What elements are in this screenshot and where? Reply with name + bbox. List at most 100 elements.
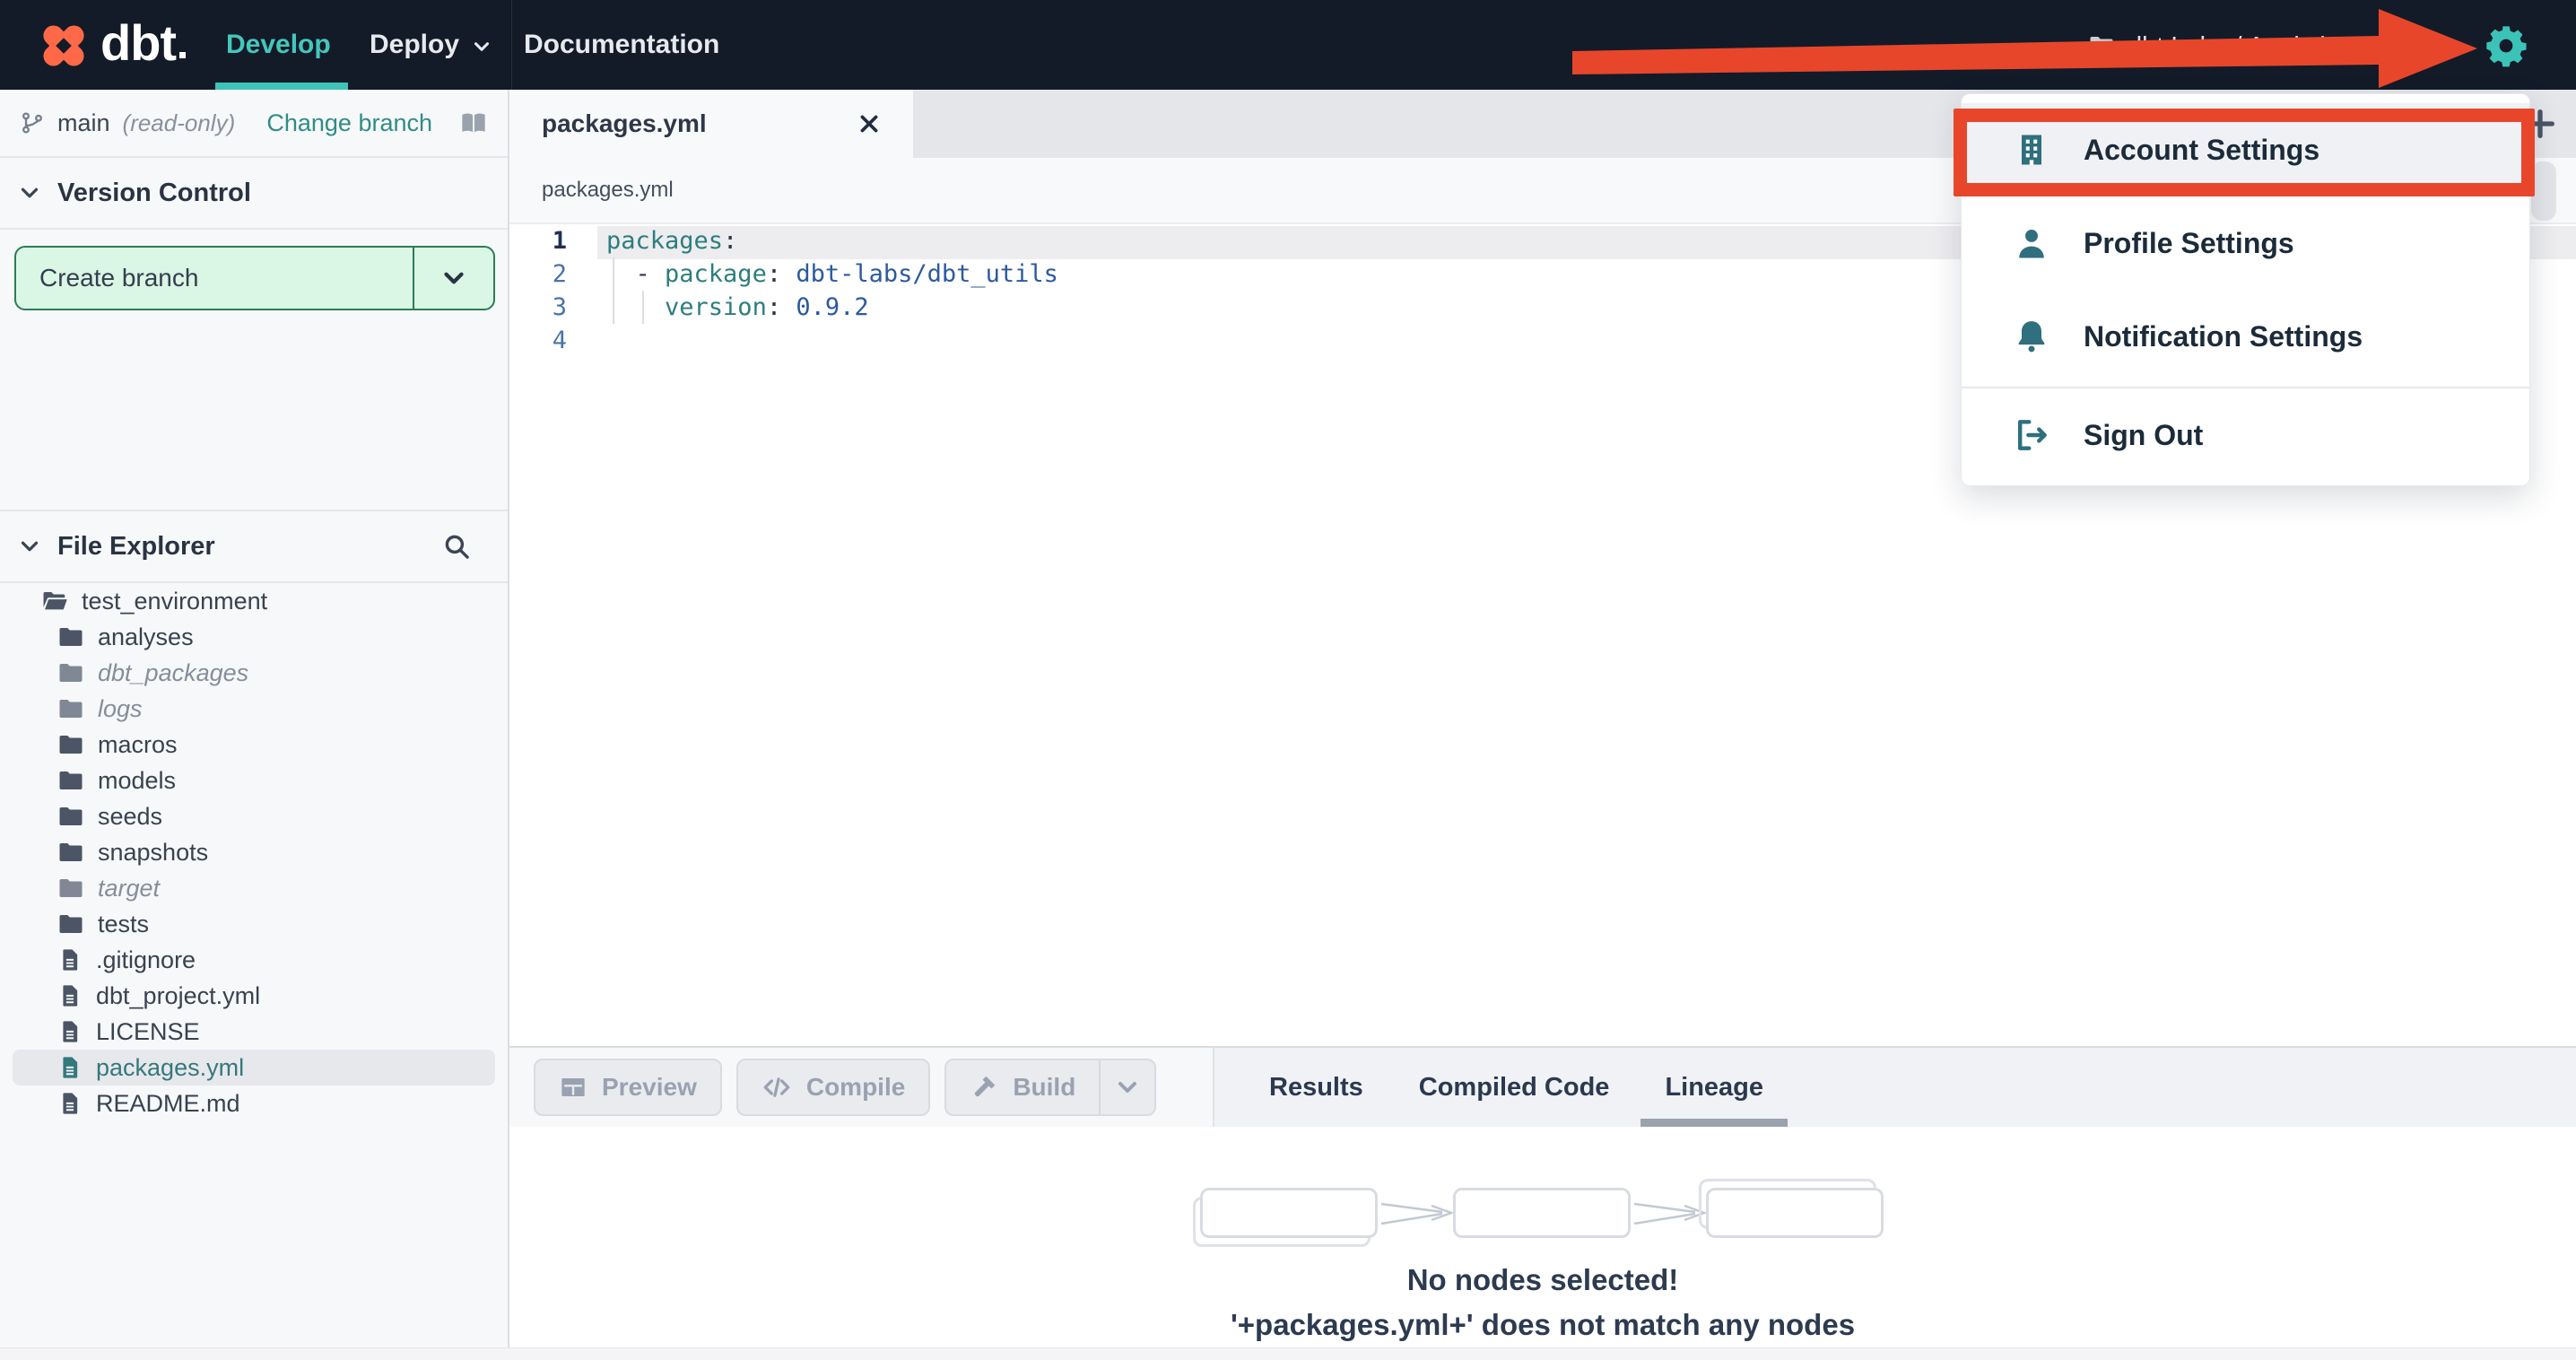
search-icon[interactable]	[441, 531, 472, 562]
file-explorer-header[interactable]: File Explorer	[0, 510, 508, 583]
git-branch-row: main (read-only) Change branch	[0, 90, 508, 158]
folder-icon	[57, 695, 84, 722]
tab-packages-yml[interactable]: packages.yml	[509, 90, 913, 158]
tree-item-target[interactable]: target	[13, 870, 495, 906]
tree-item-dbt-packages[interactable]: dbt_packages	[13, 655, 495, 691]
tree-item-label: README.md	[96, 1089, 240, 1117]
tree-item-snapshots[interactable]: snapshots	[13, 834, 495, 870]
folder-icon	[57, 803, 84, 830]
tree-item-tests[interactable]: tests	[13, 906, 495, 942]
code-line-1: packages:	[606, 227, 738, 255]
indent-guide	[642, 291, 644, 324]
building-icon	[2012, 130, 2051, 170]
help-icon[interactable]	[2424, 32, 2454, 63]
tree-item-label: macros	[98, 730, 178, 758]
nav-develop[interactable]: Develop	[226, 0, 331, 90]
chevron-down-icon	[470, 35, 493, 58]
project-folder-icon	[2088, 32, 2115, 59]
tree-item-label: dbt_packages	[98, 658, 249, 686]
create-branch-button[interactable]: Create branch	[14, 246, 495, 310]
code-line-3: version: 0.9.2	[665, 293, 869, 321]
nav-documentation[interactable]: Documentation	[524, 0, 719, 90]
tab-label: packages.yml	[542, 109, 707, 137]
tree-item-label: tests	[98, 910, 150, 937]
tab-results[interactable]: Results	[1245, 1048, 1388, 1127]
change-branch-link[interactable]: Change branch	[266, 109, 432, 137]
menu-divider	[1962, 387, 2529, 388]
menu-item-account-settings[interactable]: Account Settings	[1962, 103, 2529, 196]
build-options-caret[interactable]	[1099, 1060, 1154, 1114]
bell-icon	[2012, 317, 2051, 356]
menu-item-sign-out[interactable]: Sign Out	[1962, 392, 2529, 478]
gear-icon[interactable]	[2483, 22, 2529, 69]
lineage-selector-message: '+packages.yml+' does not match any node…	[1230, 1308, 1856, 1341]
code-lines: packages: - package: dbt-labs/dbt_utils …	[606, 224, 1058, 357]
tree-item-label: .gitignore	[96, 946, 196, 973]
hammer-icon	[970, 1073, 998, 1102]
create-branch-caret[interactable]	[413, 248, 493, 309]
tree-item--gitignore[interactable]: .gitignore	[13, 942, 495, 978]
tree-item-models[interactable]: models	[13, 763, 495, 798]
folder-icon	[57, 659, 84, 686]
tab-compiled-code[interactable]: Compiled Code	[1395, 1048, 1634, 1127]
menu-item-label: Notification Settings	[2084, 319, 2363, 353]
tree-item-readme-md[interactable]: README.md	[13, 1085, 495, 1121]
line-number: 4	[552, 327, 567, 354]
result-panel-tabs: Results Compiled Code Lineage	[1245, 1048, 2576, 1127]
tree-item-packages-yml[interactable]: packages.yml	[13, 1050, 495, 1085]
active-nav-underline	[215, 83, 348, 90]
git-branch-icon	[20, 110, 45, 135]
signout-icon	[2012, 415, 2051, 455]
lineage-node	[1200, 1188, 1378, 1238]
tree-item-label: test_environment	[82, 587, 268, 615]
tree-item-seeds[interactable]: seeds	[13, 798, 495, 834]
breadcrumb: packages.yml	[542, 178, 674, 202]
docs-book-icon[interactable]	[459, 109, 488, 137]
create-branch-label: Create branch	[39, 264, 199, 292]
menu-item-label: Account Settings	[2084, 133, 2320, 166]
indent-guide	[613, 257, 614, 324]
compile-button[interactable]: Compile	[735, 1059, 931, 1116]
line-number: 1	[552, 227, 567, 255]
tree-item-macros[interactable]: macros	[13, 727, 495, 763]
chevron-down-icon	[16, 179, 43, 206]
tree-item-dbt-project-yml[interactable]: dbt_project.yml	[13, 978, 495, 1014]
preview-button[interactable]: Preview	[534, 1059, 722, 1116]
editor-action-bar: Preview Compile Build	[509, 1048, 1213, 1127]
tree-item-label: analyses	[98, 623, 194, 650]
bottom-strip	[0, 1347, 2576, 1360]
tree-item-analyses[interactable]: analyses	[13, 619, 495, 655]
tree-item-label: models	[98, 766, 177, 794]
account-project-breadcrumb[interactable]: dbt Labs / Analytics	[2128, 0, 2352, 90]
grid-icon	[559, 1073, 587, 1102]
tree-item-label: logs	[98, 694, 143, 722]
trademark-dot	[179, 52, 187, 58]
user-settings-menu: Account Settings Profile Settings Notifica…	[1961, 93, 2530, 486]
menu-item-profile-settings[interactable]: Profile Settings	[1962, 196, 2529, 290]
build-button[interactable]: Build	[944, 1059, 1157, 1116]
lineage-node	[1453, 1188, 1631, 1238]
tab-lineage[interactable]: Lineage	[1640, 1048, 1788, 1127]
tree-item-license[interactable]: LICENSE	[13, 1014, 495, 1050]
tree-item-logs[interactable]: logs	[13, 691, 495, 727]
chevron-down-icon	[16, 533, 43, 560]
tree-item-label: dbt_project.yml	[96, 981, 261, 1009]
menu-item-label: Sign Out	[2084, 418, 2204, 451]
branch-name: main	[57, 109, 110, 136]
file-icon	[57, 1019, 83, 1044]
tree-item-label: target	[98, 874, 161, 902]
close-icon[interactable]	[857, 112, 881, 135]
tree-item-test-environment[interactable]: test_environment	[13, 583, 495, 619]
nav-deploy[interactable]: Deploy	[370, 0, 493, 90]
code-icon	[761, 1072, 792, 1103]
menu-item-notification-settings[interactable]: Notification Settings	[1962, 290, 2529, 383]
version-control-header[interactable]: Version Control	[0, 158, 508, 230]
dbt-logo-icon[interactable]	[36, 18, 91, 74]
tree-item-label: seeds	[98, 802, 163, 830]
line-number: 2	[552, 260, 567, 288]
dbt-wordmark: dbt	[100, 0, 187, 90]
top-navigation-bar: dbt Develop Deploy Documentation dbt Lab…	[0, 0, 2576, 90]
tree-item-label: snapshots	[98, 838, 209, 866]
lineage-empty-message: No nodes selected!	[1406, 1263, 1679, 1296]
scrollbar-thumb[interactable]	[2531, 161, 2556, 221]
